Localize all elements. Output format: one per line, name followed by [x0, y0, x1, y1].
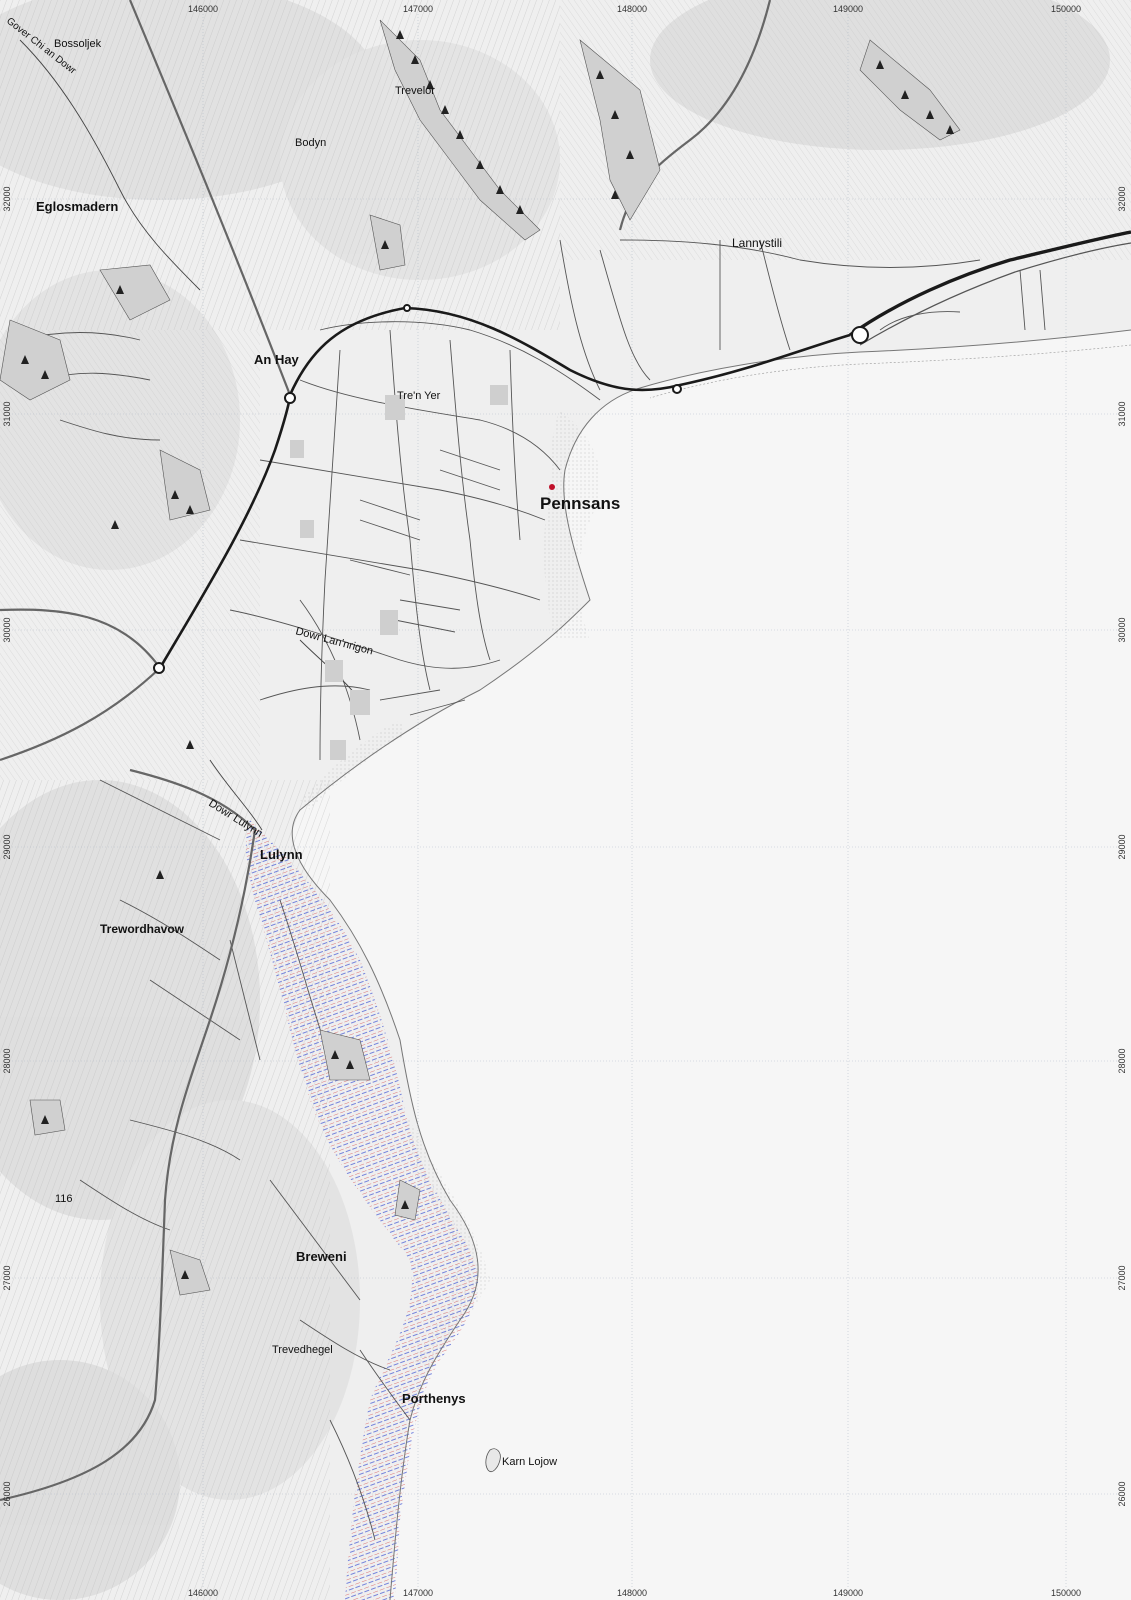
grid-y-label: 28000 — [2, 1048, 12, 1073]
grid-y-label: 31000 — [2, 401, 12, 426]
grid-y-label: 26000 — [2, 1481, 12, 1506]
grid-y-label: 27000 — [2, 1265, 12, 1290]
grid-y-label: 29000 — [2, 834, 12, 859]
place-label[interactable]: Pennsans — [540, 494, 620, 513]
grid-x-label: 148000 — [617, 4, 647, 14]
pennsans-marker — [549, 484, 555, 490]
place-label[interactable]: Lannystili — [732, 236, 782, 250]
grid-x-label: 147000 — [403, 1588, 433, 1598]
place-label[interactable]: Trevelor — [395, 85, 435, 97]
grid-y-label: 31000 — [1117, 401, 1127, 426]
place-label[interactable]: Porthenys — [402, 1391, 466, 1406]
grid-x-label: 148000 — [617, 1588, 647, 1598]
place-label[interactable]: Lulynn — [260, 847, 303, 862]
place-label[interactable]: Bossoljek — [54, 38, 102, 50]
topographic-map[interactable]: 146000 147000 148000 149000 150000 14600… — [0, 0, 1131, 1600]
place-label[interactable]: Karn Lojow — [502, 1456, 557, 1468]
spot-height-label: 116 — [55, 1193, 73, 1205]
grid-x-label: 149000 — [833, 4, 863, 14]
place-label[interactable]: Trewordhavow — [100, 922, 185, 936]
grid-y-label: 27000 — [1117, 1265, 1127, 1290]
grid-x-label: 146000 — [188, 4, 218, 14]
place-label[interactable]: Tre'n Yer — [397, 390, 441, 402]
grid-y-label: 32000 — [2, 186, 12, 211]
grid-y-label: 26000 — [1117, 1481, 1127, 1506]
grid-x-label: 150000 — [1051, 4, 1081, 14]
grid-y-label: 29000 — [1117, 834, 1127, 859]
place-label[interactable]: Trevedhegel — [272, 1344, 333, 1356]
grid-y-label: 30000 — [2, 617, 12, 642]
grid-x-label: 149000 — [833, 1588, 863, 1598]
place-label[interactable]: An Hay — [254, 352, 300, 367]
grid-y-label: 28000 — [1117, 1048, 1127, 1073]
place-label[interactable]: Eglosmadern — [36, 199, 118, 214]
grid-y-label: 30000 — [1117, 617, 1127, 642]
place-label[interactable]: Breweni — [296, 1249, 347, 1264]
grid-x-label: 147000 — [403, 4, 433, 14]
place-label[interactable]: Bodyn — [295, 137, 326, 149]
grid-x-label: 146000 — [188, 1588, 218, 1598]
grid-y-label: 32000 — [1117, 186, 1127, 211]
grid-x-label: 150000 — [1051, 1588, 1081, 1598]
